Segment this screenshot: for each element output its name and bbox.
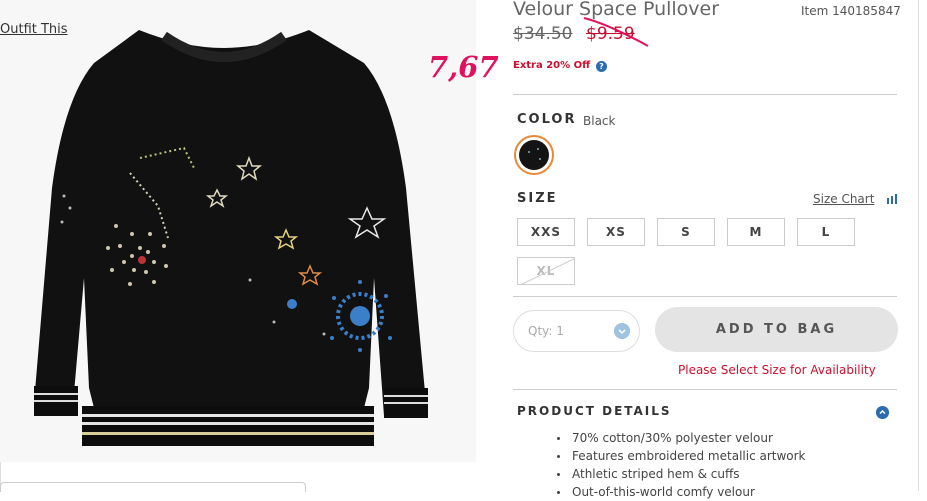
divider	[513, 296, 897, 297]
size-option-xxs[interactable]: XXS	[517, 218, 575, 246]
size-option-s[interactable]: S	[657, 218, 715, 246]
size-availability-message: Please Select Size for Availability	[678, 363, 876, 377]
list-item: Athletic striped hem & cuffs	[557, 465, 806, 483]
size-option-m[interactable]: M	[727, 218, 785, 246]
size-option-xs[interactable]: XS	[587, 218, 645, 246]
product-details-heading[interactable]: PRODUCT DETAILS	[517, 404, 672, 418]
quantity-select[interactable]: Qty: 1	[513, 310, 640, 352]
chevron-up-icon[interactable]	[876, 406, 889, 419]
right-border	[918, 0, 919, 491]
item-number: Item 140185847	[801, 4, 901, 18]
swatch-detail	[539, 158, 541, 160]
product-image[interactable]	[34, 8, 454, 462]
color-swatch-black[interactable]	[514, 135, 554, 175]
swatch-detail	[528, 151, 530, 153]
size-option-xl[interactable]: XL	[517, 257, 575, 285]
color-value: Black	[583, 114, 616, 128]
swatch-fill	[519, 140, 549, 170]
add-to-bag-button[interactable]: ADD TO BAG	[655, 307, 898, 352]
handwritten-price-note: 7,67	[428, 50, 499, 84]
size-option-l[interactable]: L	[797, 218, 855, 246]
product-details-list: 70% cotton/30% polyester velour Features…	[557, 429, 806, 501]
original-price: $34.50	[513, 24, 573, 44]
bars-icon[interactable]	[887, 194, 897, 204]
size-chart-link[interactable]: Size Chart	[813, 192, 874, 206]
unavailable-slash	[518, 258, 574, 284]
strike-annotation	[583, 17, 649, 47]
divider	[513, 94, 897, 95]
info-icon[interactable]: ?	[596, 61, 607, 72]
list-item: Features embroidered metallic artwork	[557, 449, 806, 463]
size-label: SIZE	[517, 191, 558, 206]
color-label: COLOR	[517, 112, 577, 127]
quantity-value: Qty: 1	[528, 324, 564, 338]
outfit-this-link[interactable]: Outfit This	[0, 22, 68, 37]
list-item: 70% cotton/30% polyester velour	[557, 429, 806, 447]
swatch-detail	[537, 148, 539, 150]
extra-offer-text: Extra 20% Off	[513, 60, 591, 71]
divider	[513, 389, 897, 390]
chevron-down-icon[interactable]	[614, 323, 630, 339]
list-item: Out-of-this-world comfy velour	[557, 483, 806, 501]
product-image-panel[interactable]: Outfit This	[0, 0, 476, 462]
